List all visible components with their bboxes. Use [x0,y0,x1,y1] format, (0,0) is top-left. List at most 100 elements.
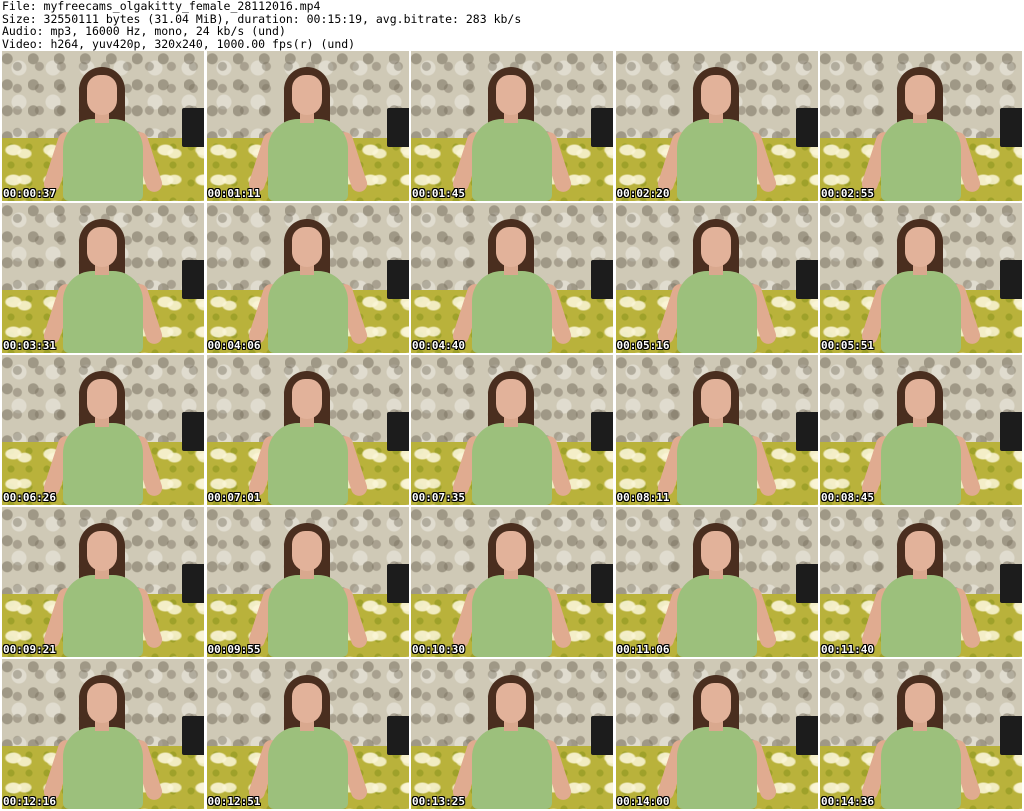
person [655,213,778,353]
person [246,365,369,505]
timestamp-label: 00:01:45 [412,187,465,200]
video-thumbnail: 00:12:51 [206,659,409,809]
person [246,517,369,657]
audio-info-line: Audio: mp3, 16000 Hz, mono, 24 kb/s (und… [2,24,286,38]
person [450,517,574,657]
video-thumbnail: 00:05:51 [820,203,1022,353]
person [859,669,983,809]
timestamp-label: 00:01:11 [207,187,261,200]
timestamp-label: 00:00:37 [3,187,56,200]
speaker [182,564,204,603]
timestamp-label: 00:07:01 [207,491,261,504]
person [41,61,165,201]
speaker [1000,412,1022,451]
timestamp-label: 00:08:45 [821,491,874,504]
video-thumbnail: 00:05:16 [615,203,818,353]
person [41,213,165,353]
video-info-line: Video: h264, yuv420p, 320x240, 1000.00 f… [2,36,356,51]
person [246,61,369,201]
timestamp-label: 00:12:16 [3,795,56,808]
timestamp-label: 00:04:06 [207,339,261,352]
timestamp-label: 00:08:11 [616,491,670,504]
speaker [386,716,409,755]
speaker [591,412,613,451]
timestamp-label: 00:11:06 [616,643,670,656]
timestamp-label: 00:14:36 [821,795,874,808]
video-thumbnail: 00:03:31 [2,203,204,353]
person [450,365,574,505]
video-thumbnail: 00:10:30 [411,507,613,657]
speaker [182,108,204,147]
video-thumbnail: 00:14:00 [615,659,818,809]
speaker [795,716,818,755]
timestamp-label: 00:07:35 [412,491,465,504]
person [655,669,778,809]
timestamp-label: 00:05:51 [821,339,874,352]
info-header: File: myfreecams_olgakitty_female_281120… [2,0,1022,50]
speaker [182,260,204,299]
timestamp-label: 00:10:30 [412,643,465,656]
timestamp-label: 00:14:00 [616,795,670,808]
person [450,213,574,353]
speaker [591,716,613,755]
speaker [182,716,204,755]
video-thumbnail: 00:01:11 [206,51,409,201]
video-thumbnail: 00:13:25 [411,659,613,809]
speaker [795,564,818,603]
timestamp-label: 00:05:16 [616,339,670,352]
speaker [795,108,818,147]
video-thumbnail: 00:01:45 [411,51,613,201]
person [655,517,778,657]
speaker [795,260,818,299]
person [655,61,778,201]
person [859,61,983,201]
timestamp-label: 00:03:31 [3,339,56,352]
video-thumbnail: 00:04:40 [411,203,613,353]
speaker [182,412,204,451]
timestamp-label: 00:06:26 [3,491,56,504]
speaker [1000,716,1022,755]
person [859,213,983,353]
video-thumbnail: 00:09:21 [2,507,204,657]
person [41,517,165,657]
video-thumbnail: 00:08:11 [615,355,818,505]
timestamp-label: 00:13:25 [412,795,465,808]
video-thumbnail: 00:11:06 [615,507,818,657]
person [41,669,165,809]
video-thumbnail: 00:00:37 [2,51,204,201]
video-thumbnail: 00:12:16 [2,659,204,809]
person [655,365,778,505]
speaker [591,260,613,299]
timestamp-label: 00:02:55 [821,187,874,200]
speaker [1000,564,1022,603]
video-thumbnail: 00:02:55 [820,51,1022,201]
person [859,365,983,505]
timestamp-label: 00:02:20 [616,187,670,200]
video-thumbnail: 00:07:35 [411,355,613,505]
video-thumbnail: 00:02:20 [615,51,818,201]
person [246,213,369,353]
video-thumbnail: 00:06:26 [2,355,204,505]
speaker [591,564,613,603]
video-thumbnail: 00:08:45 [820,355,1022,505]
file-name-line: File: myfreecams_olgakitty_female_281120… [2,0,321,13]
video-thumbnail: 00:14:36 [820,659,1022,809]
speaker [386,260,409,299]
speaker [591,108,613,147]
person [450,669,574,809]
video-thumbnail: 00:04:06 [206,203,409,353]
video-thumbnail: 00:11:40 [820,507,1022,657]
speaker [386,412,409,451]
person [41,365,165,505]
video-thumbnail: 00:07:01 [206,355,409,505]
speaker [386,564,409,603]
timestamp-label: 00:11:40 [821,643,874,656]
thumbnail-grid: 00:00:37 00:01:11 00:01:45 00:02:20 00:0… [2,51,1022,809]
timestamp-label: 00:12:51 [207,795,261,808]
speaker [1000,108,1022,147]
speaker [795,412,818,451]
person [246,669,369,809]
speaker [1000,260,1022,299]
video-thumbnail: 00:09:55 [206,507,409,657]
timestamp-label: 00:09:55 [207,643,261,656]
